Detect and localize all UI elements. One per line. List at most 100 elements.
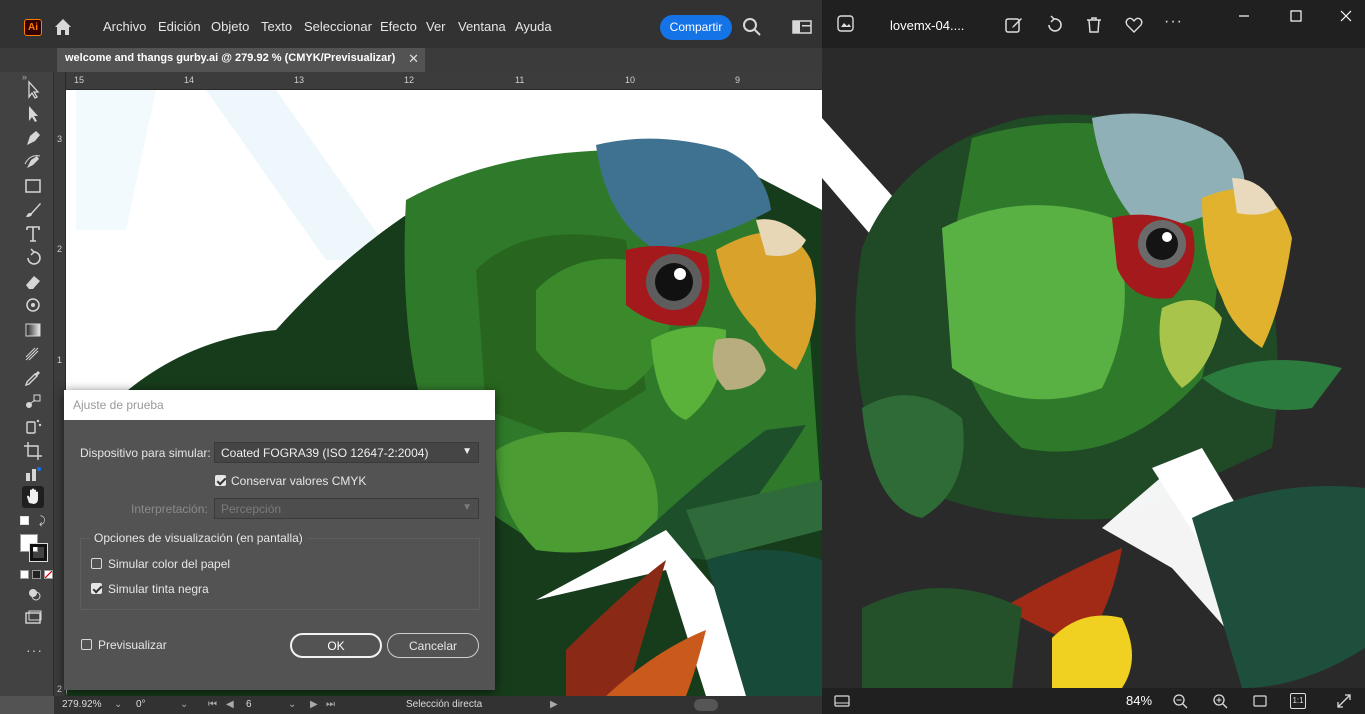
rotate-tool-icon[interactable]: [22, 248, 44, 268]
cancel-button[interactable]: Cancelar: [387, 633, 479, 658]
ruler-label: 11: [515, 75, 525, 85]
artboard-tool-icon[interactable]: [22, 440, 44, 460]
menu-objeto[interactable]: Objeto: [211, 19, 249, 34]
document-tab-bar: welcome and thangs gurby.ai @ 279.92 % (…: [0, 48, 822, 72]
tools-panel: » ⤸ ···: [0, 72, 54, 696]
device-select[interactable]: Coated FOGRA39 (ISO 12647-2:2004) ▼: [214, 442, 479, 463]
photo-preview[interactable]: [822, 48, 1365, 688]
menu-texto[interactable]: Texto: [261, 19, 292, 34]
preview-label: Previsualizar: [98, 638, 167, 652]
minimize-icon[interactable]: [1236, 8, 1252, 24]
ruler-label: 13: [294, 75, 305, 85]
paintbrush-tool-icon[interactable]: [22, 200, 44, 220]
zoom-in-icon[interactable]: [1212, 693, 1228, 709]
simulate-paper-checkbox[interactable]: [91, 558, 102, 569]
swap-colors-icon[interactable]: ⤸: [39, 515, 46, 528]
simulate-black-ink-checkbox[interactable]: [91, 583, 102, 594]
more-options-icon[interactable]: ···: [1164, 14, 1184, 35]
slice-tool-icon[interactable]: [22, 464, 44, 484]
actual-size-icon[interactable]: 1:1: [1290, 693, 1306, 709]
home-icon[interactable]: [52, 16, 74, 38]
rotate-icon[interactable]: [1044, 15, 1064, 35]
document-tab-title: welcome and thangs gurby.ai @ 279.92 % (…: [65, 52, 396, 64]
fit-to-window-icon[interactable]: [1252, 693, 1268, 709]
current-tool-label: Selección directa: [406, 699, 483, 710]
chevron-down-icon[interactable]: ⌄: [288, 699, 296, 710]
menu-efecto[interactable]: Efecto: [380, 19, 417, 34]
favorite-heart-icon[interactable]: [1124, 15, 1144, 35]
menu-seleccionar[interactable]: Seleccionar: [304, 19, 372, 34]
rotation-value[interactable]: 0°: [136, 699, 146, 710]
rectangle-tool-icon[interactable]: [22, 176, 44, 196]
ruler-label: 2: [57, 684, 63, 694]
preview-checkbox[interactable]: [81, 639, 92, 650]
menu-archivo[interactable]: Archivo: [103, 19, 146, 34]
none-mode-icon[interactable]: [44, 570, 53, 579]
chevron-down-icon: ▼: [462, 446, 472, 457]
drawing-mode-icon[interactable]: [22, 584, 44, 604]
zoom-percentage: 84%: [1126, 693, 1153, 708]
eraser-tool-icon[interactable]: [22, 272, 44, 292]
menu-ver[interactable]: Ver: [426, 19, 446, 34]
default-colors-icon[interactable]: [20, 516, 29, 525]
gradient-mode-icon[interactable]: [32, 570, 41, 579]
menu-edicion[interactable]: Edición: [158, 19, 201, 34]
eyedropper-tool-icon[interactable]: [22, 368, 44, 388]
intent-select: Percepción ▼: [214, 498, 479, 519]
color-mode-icon[interactable]: [20, 570, 29, 579]
curvature-tool-icon[interactable]: [22, 152, 44, 172]
chevron-down-icon[interactable]: ⌄: [180, 699, 188, 710]
pen-tool-icon[interactable]: [22, 128, 44, 148]
artboard-number[interactable]: 6: [246, 699, 252, 710]
filmstrip-icon[interactable]: [834, 693, 850, 709]
mesh-tool-icon[interactable]: [22, 344, 44, 364]
preserve-cmyk-label: Conservar valores CMYK: [231, 474, 367, 488]
screen-mode-icon[interactable]: [22, 608, 44, 628]
close-icon[interactable]: [1338, 8, 1354, 24]
share-button[interactable]: Compartir: [660, 15, 732, 40]
selection-tool-icon[interactable]: [22, 80, 44, 100]
last-artboard-icon[interactable]: ⏭: [326, 699, 335, 710]
direct-selection-tool-icon[interactable]: [22, 104, 44, 124]
delete-icon[interactable]: [1084, 15, 1104, 35]
blend-tool-icon[interactable]: [22, 392, 44, 412]
status-menu-arrow-icon[interactable]: ▶: [550, 699, 558, 710]
chevron-down-icon[interactable]: ⌄: [114, 699, 122, 710]
ruler-label: 14: [184, 75, 195, 85]
fullscreen-icon[interactable]: [1336, 693, 1352, 709]
previous-artboard-icon[interactable]: ◀: [226, 699, 234, 710]
stroke-color-swatch[interactable]: [29, 543, 48, 562]
type-tool-icon[interactable]: [22, 224, 44, 244]
puppet-warp-tool-icon[interactable]: [22, 296, 44, 316]
document-tab[interactable]: welcome and thangs gurby.ai @ 279.92 % (…: [57, 48, 425, 72]
preserve-cmyk-checkbox[interactable]: [215, 475, 226, 486]
menu-ventana[interactable]: Ventana: [458, 19, 506, 34]
close-tab-icon[interactable]: ✕: [408, 51, 419, 67]
next-artboard-icon[interactable]: ▶: [310, 699, 318, 710]
search-icon[interactable]: [742, 17, 762, 37]
ruler-label: 3: [57, 134, 63, 144]
edit-image-icon[interactable]: [1004, 15, 1024, 35]
horizontal-scrollbar-thumb[interactable]: [694, 699, 718, 711]
photo-filename: lovemx-04....: [890, 18, 965, 33]
menu-ayuda[interactable]: Ayuda: [515, 19, 552, 34]
intent-label: Interpretación:: [131, 502, 208, 516]
gradient-tool-icon[interactable]: [22, 320, 44, 340]
workspace-switcher-icon[interactable]: [792, 19, 812, 35]
zoom-out-icon[interactable]: [1172, 693, 1188, 709]
first-artboard-icon[interactable]: ⏮: [208, 699, 217, 710]
maximize-icon[interactable]: [1288, 8, 1304, 24]
hand-tool-icon[interactable]: [22, 486, 44, 508]
chevron-down-icon: ▼: [462, 502, 472, 513]
symbol-sprayer-tool-icon[interactable]: [22, 416, 44, 436]
illustrator-window: Ai Archivo Edición Objeto Texto Seleccio…: [0, 0, 822, 714]
intent-select-value: Percepción: [221, 502, 282, 516]
more-tools-icon[interactable]: ···: [26, 642, 43, 658]
proof-setup-dialog: Ajuste de prueba Dispositivo para simula…: [64, 390, 495, 690]
screen: Ai Archivo Edición Objeto Texto Seleccio…: [0, 0, 1365, 714]
zoom-level[interactable]: 279.92%: [62, 699, 101, 710]
ruler-label: 9: [735, 75, 741, 85]
menu-bar: Ai Archivo Edición Objeto Texto Seleccio…: [0, 0, 822, 48]
illustrator-logo: Ai: [24, 19, 42, 36]
ok-button[interactable]: OK: [290, 633, 382, 658]
